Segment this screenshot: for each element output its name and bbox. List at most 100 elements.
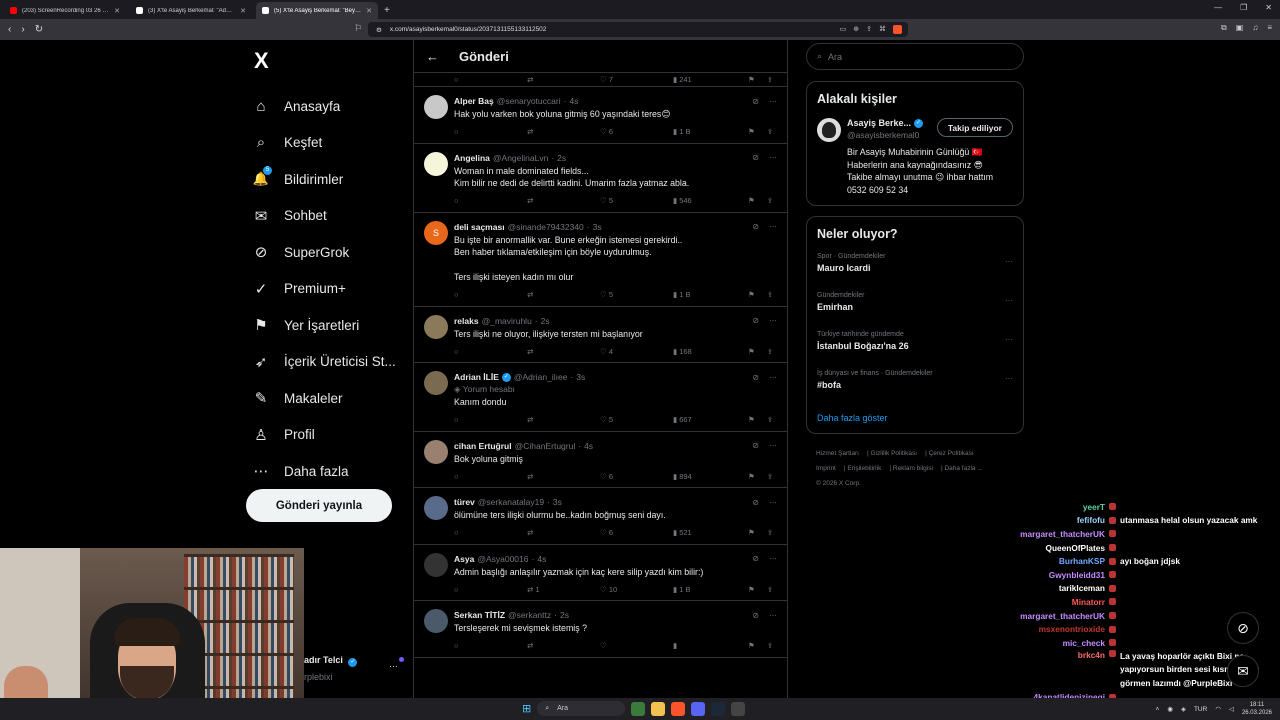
search-input[interactable]: ⌕ Ara	[806, 43, 1024, 70]
retweet-icon[interactable]: ⇄	[527, 75, 600, 84]
grok-icon[interactable]: ⊘	[752, 153, 759, 162]
author-handle[interactable]: @Asya00016	[477, 554, 528, 564]
bookmark-icon[interactable]: ⚑	[748, 196, 767, 205]
views-stat[interactable]: ▮ 1 B	[673, 127, 748, 136]
retweet-button[interactable]: ⇄	[527, 641, 600, 650]
close-icon[interactable]: ✕	[240, 7, 246, 15]
bookmark-icon[interactable]: ⚑	[748, 347, 767, 356]
sidebar-item-premium[interactable]: ✓ Premium+	[246, 271, 406, 308]
reply-tweet[interactable]: türev @serkanatalay19 · 3s ⊘ ··· ölümüne ters …	[414, 488, 787, 545]
messages-icon[interactable]: ✉	[1227, 655, 1259, 687]
avatar[interactable]	[424, 371, 448, 395]
post-time[interactable]: 2s	[557, 153, 566, 163]
reply-tweet[interactable]: Asya @Asya00016 · 4s ⊘ ··· Admin başlığı anlaş…	[414, 545, 787, 601]
bookmark-icon[interactable]: ⚑	[748, 641, 767, 650]
chat-username[interactable]: QueenOfPlates	[1004, 543, 1105, 553]
post-time[interactable]: 3s	[593, 222, 602, 232]
bookmark-icon[interactable]: ⚑	[748, 290, 767, 299]
more-icon[interactable]: ···	[1005, 335, 1013, 344]
sidebar-item-notifications[interactable]: 🔔 5 Bildirimler	[246, 161, 406, 198]
bookmark-icon[interactable]: ⚑	[748, 415, 767, 424]
like-button[interactable]: ♡ 5	[600, 196, 673, 205]
reply-icon[interactable]: ○	[454, 290, 527, 299]
browser-tab-active[interactable]: (5) X'te Asayiş Berkemal: "Beyoğ ✕	[256, 2, 378, 19]
author-handle[interactable]: @AngelinaLvn	[493, 153, 548, 163]
grok-icon[interactable]: ⊘	[752, 554, 759, 563]
author-handle[interactable]: @sinande79432340	[508, 222, 584, 232]
views-stat[interactable]: ▮ 546	[673, 196, 748, 205]
sidebar-item-explore[interactable]: ⌕ Keşfet	[246, 125, 406, 162]
author-handle[interactable]: @CihanErtugrul	[515, 441, 576, 451]
retweet-button[interactable]: ⇄	[527, 528, 600, 537]
sidebar-item-creator-studio[interactable]: ➶ İçerik Üreticisi St...	[246, 344, 406, 381]
reply-tweet[interactable]: Serkan TİTİZ @serkanttz · 2s ⊘ ··· Tersleşerek…	[414, 601, 787, 658]
share-icon[interactable]: ⇪	[767, 472, 782, 481]
close-icon[interactable]: ✕	[114, 7, 120, 15]
like-button[interactable]: ♡ 4	[600, 347, 673, 356]
sidebar-item-articles[interactable]: ✎ Makaleler	[246, 380, 406, 417]
author-handle[interactable]: @senaryotuccari	[497, 96, 561, 106]
grok-icon[interactable]: ⊘	[752, 498, 759, 507]
reload-icon[interactable]: ↻	[35, 24, 43, 35]
browser-tab[interactable]: (3) X'te Asayiş Berkemal: "Adana'nın ✕	[130, 2, 252, 19]
bookmark-icon[interactable]: ⚑	[748, 585, 767, 594]
post-time[interactable]: 2s	[541, 316, 550, 326]
footer-link[interactable]: Erişilebilirlik	[847, 465, 881, 472]
following-button[interactable]: Takip ediliyor	[936, 118, 1013, 137]
wifi-icon[interactable]: ◠	[1215, 705, 1221, 713]
taskbar-search[interactable]: ⌕ Ara	[537, 701, 626, 716]
retweet-button[interactable]: ⇄	[527, 290, 600, 299]
site-info-icon[interactable]: ⚙	[376, 26, 382, 34]
author-name[interactable]: deli saçması	[454, 222, 505, 232]
footer-link[interactable]: Daha fazla ...	[944, 465, 982, 472]
bookmark-page-icon[interactable]: ⚐	[354, 23, 362, 34]
chat-username[interactable]: BurhanKSP	[1004, 556, 1105, 566]
avatar[interactable]	[424, 314, 448, 339]
share-icon[interactable]: ⇪	[767, 75, 782, 84]
avatar[interactable]	[424, 151, 448, 176]
widgets-icon[interactable]	[631, 701, 646, 716]
share-icon[interactable]: ⇪	[767, 415, 782, 424]
new-tab-button[interactable]: +	[384, 2, 390, 19]
trend-item[interactable]: Türkiye tarihinde gündemde İstanbul Boğaz…	[807, 329, 1023, 368]
retweet-button[interactable]: ⇄ 1	[527, 585, 600, 594]
related-person[interactable]: Asayiş Berke... ✓ @asayisberkemal0 Takip …	[807, 106, 1023, 142]
author-handle[interactable]: @_maviruhlu	[482, 316, 532, 326]
forward-icon[interactable]: ›	[21, 24, 24, 35]
browser-tab[interactable]: (203) ScreenRecording 03 26 2026 11 ✕	[4, 2, 126, 19]
chat-username[interactable]: msxenontrioxide	[1004, 624, 1105, 634]
volume-icon[interactable]: ◁	[1229, 705, 1234, 713]
show-more-link[interactable]: Daha fazla göster	[807, 407, 1023, 435]
reply-tweet[interactable]: Adrian İLİE ✓ @Adrian_ilıee · 3s ⊘ ··· ◈ Yorum …	[414, 363, 787, 432]
chat-username[interactable]: Minatorr	[1004, 597, 1105, 607]
grok-icon[interactable]: ⊘	[752, 373, 759, 382]
author-handle[interactable]: @serkanttz	[508, 610, 551, 620]
bookmark-icon[interactable]: ⚑	[748, 472, 767, 481]
retweet-button[interactable]: ⇄	[527, 127, 600, 136]
views-stat[interactable]: ▮ 241	[673, 75, 748, 84]
more-icon[interactable]: ···	[769, 498, 777, 507]
back-icon[interactable]: ‹	[8, 24, 11, 35]
reply-icon[interactable]: ○	[454, 415, 527, 424]
x-logo-icon[interactable]: X	[254, 48, 406, 74]
bookmark-icon[interactable]: ⚑	[748, 127, 767, 136]
translate-icon[interactable]: ⌘	[879, 25, 886, 34]
brave-browser-icon[interactable]	[671, 701, 686, 716]
reply-icon[interactable]: ○	[454, 127, 527, 136]
retweet-button[interactable]: ⇄	[527, 347, 600, 356]
discord-icon[interactable]	[691, 701, 706, 716]
url-field[interactable]: ⚙ x.com/asayisberkemal0/status/203713115…	[368, 22, 908, 37]
grok-icon[interactable]: ⊘	[752, 611, 759, 620]
views-stat[interactable]: ▮ 894	[673, 472, 748, 481]
reply-icon[interactable]: ○	[454, 528, 527, 537]
file-explorer-icon[interactable]	[651, 701, 666, 716]
tray-app-icon[interactable]: ◉	[1167, 705, 1173, 713]
account-switcher[interactable]: adır Telci ✓ rplebixi ···	[304, 655, 404, 682]
back-arrow-icon[interactable]: ←	[426, 49, 439, 64]
sidebar-item-profile[interactable]: ♙ Profil	[246, 417, 406, 454]
share-icon[interactable]: ⇪	[767, 127, 782, 136]
bookmark-icon[interactable]: ⚑	[748, 75, 767, 84]
author-name[interactable]: Angelina	[454, 153, 490, 163]
more-icon[interactable]: ···	[1005, 257, 1013, 266]
obs-icon[interactable]	[731, 701, 746, 716]
